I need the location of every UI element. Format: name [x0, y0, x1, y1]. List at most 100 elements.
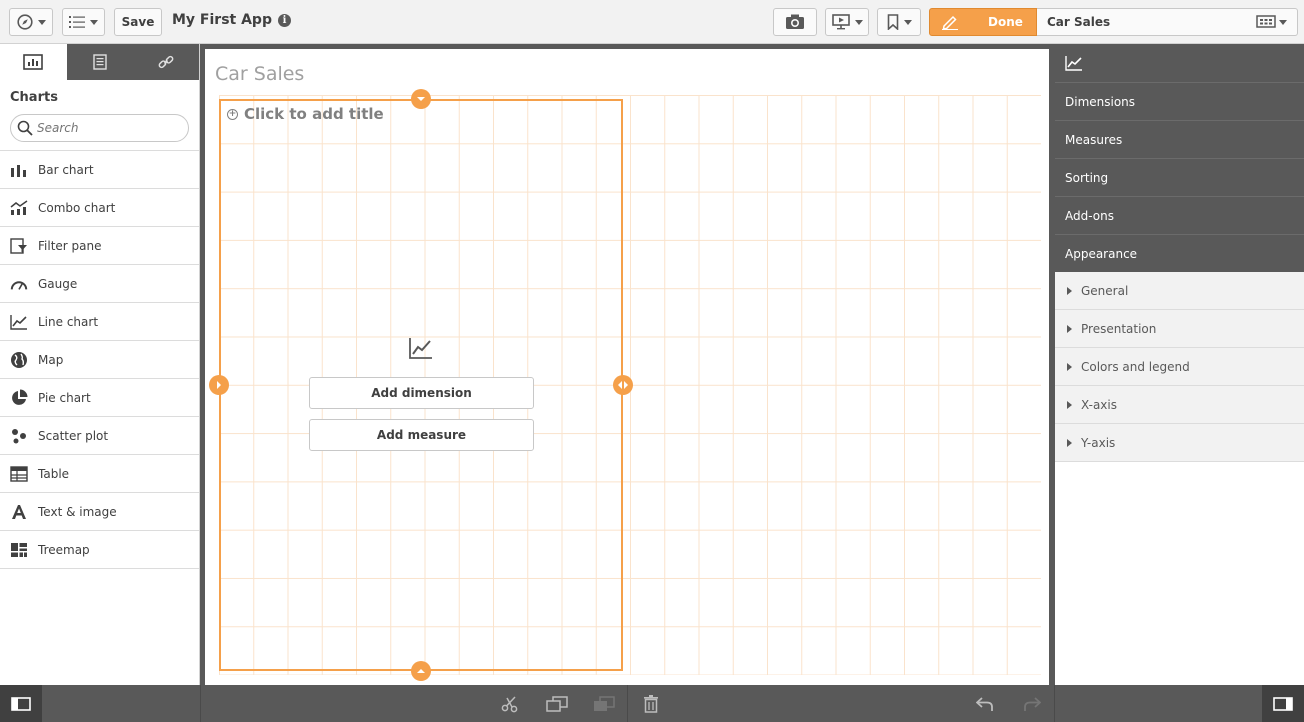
cut-button[interactable] [499, 694, 521, 714]
copy-icon [546, 696, 568, 712]
fields-link-tab[interactable] [133, 44, 199, 80]
chevron-down-icon [417, 97, 425, 101]
redo-button[interactable] [1021, 694, 1043, 714]
chart-item-bar-chart[interactable]: Bar chart [0, 151, 199, 189]
appearance-general[interactable]: General [1055, 272, 1304, 310]
sheet-canvas[interactable]: Car Sales + Click to add title Add dimen… [205, 49, 1049, 685]
search-input[interactable] [37, 121, 177, 135]
chart-item-table[interactable]: Table [0, 455, 199, 493]
chart-item-label: Text & image [38, 504, 117, 519]
chart-item-label: Pie chart [38, 390, 91, 405]
appearance-presentation[interactable]: Presentation [1055, 310, 1304, 348]
undo-button[interactable] [974, 694, 996, 714]
toggle-right-panel-button[interactable] [1262, 685, 1304, 722]
chart-item-map[interactable]: Map [0, 341, 199, 379]
chevron-down-icon [90, 19, 98, 25]
chevron-down-icon [854, 19, 863, 25]
copy-button[interactable] [546, 694, 568, 714]
chart-item-label: Scatter plot [38, 428, 109, 443]
gauge-icon [10, 275, 28, 293]
filter-pane-icon [10, 237, 28, 255]
line-chart-placeholder[interactable]: + Click to add title Add dimension Add m… [209, 89, 633, 681]
expand-triangle-icon [1067, 324, 1072, 333]
charts-tab[interactable] [0, 44, 67, 80]
expand-triangle-icon [1067, 400, 1072, 409]
list-icon [69, 16, 85, 28]
chart-item-scatter-plot[interactable]: Scatter plot [0, 417, 199, 455]
app-title: My First App i [172, 12, 291, 28]
chart-item-treemap[interactable]: Treemap [0, 531, 199, 569]
horizontal-resize-icon [618, 381, 628, 389]
line-chart-icon [409, 337, 433, 363]
global-menu-button[interactable] [62, 8, 105, 36]
bookmarks-button[interactable] [877, 8, 921, 36]
toggle-left-panel-button[interactable] [0, 685, 42, 722]
section-sorting[interactable]: Sorting [1055, 158, 1304, 196]
assets-panel: Charts Bar chart Combo chart Filter pane… [0, 44, 200, 685]
line-chart-icon [10, 313, 28, 331]
charts-tab-icon [23, 54, 44, 70]
done-button[interactable]: Done [929, 8, 1037, 36]
scatter-plot-icon [10, 427, 28, 445]
info-icon[interactable]: i [277, 13, 291, 27]
section-appearance[interactable]: Appearance [1055, 234, 1304, 272]
charts-heading: Charts [10, 90, 58, 105]
chart-item-label: Filter pane [38, 238, 102, 253]
compass-icon [16, 14, 33, 30]
chart-search[interactable] [10, 114, 189, 142]
sheet-selector[interactable]: Car Sales [1037, 8, 1298, 36]
sheet-name: Car Sales [1047, 15, 1111, 29]
chart-item-pie-chart[interactable]: Pie chart [0, 379, 199, 417]
toggle-left-panel-icon [11, 696, 31, 711]
chart-item-label: Line chart [38, 314, 99, 329]
chart-item-combo-chart[interactable]: Combo chart [0, 189, 199, 227]
present-button[interactable] [825, 8, 869, 36]
top-toolbar: Save My First App i Done Car Sales [0, 0, 1304, 44]
chart-item-line-chart[interactable]: Line chart [0, 303, 199, 341]
assets-tabs [0, 44, 199, 80]
app-title-text: My First App [172, 12, 272, 28]
appearance-y-axis[interactable]: Y-axis [1055, 424, 1304, 462]
save-button[interactable]: Save [114, 8, 162, 36]
resize-handle-bottom[interactable] [411, 661, 431, 681]
treemap-icon [10, 541, 28, 559]
properties-header [1055, 44, 1304, 82]
chart-item-gauge[interactable]: Gauge [0, 265, 199, 303]
chart-item-filter-pane[interactable]: Filter pane [0, 227, 199, 265]
resize-handle-top[interactable] [411, 89, 431, 109]
delete-button[interactable] [640, 694, 662, 714]
master-items-tab[interactable] [67, 44, 134, 80]
section-add-ons[interactable]: Add-ons [1055, 196, 1304, 234]
navigation-menu-button[interactable] [9, 8, 53, 36]
snapshot-button[interactable] [773, 8, 817, 36]
bookmark-icon [887, 14, 898, 30]
appearance-x-axis[interactable]: X-axis [1055, 386, 1304, 424]
chart-item-label: Map [38, 352, 64, 367]
sheet-title[interactable]: Car Sales [215, 63, 304, 85]
divider [627, 685, 628, 722]
pie-chart-icon [10, 389, 28, 407]
chart-item-text-image[interactable]: Text & image [0, 493, 199, 531]
sheet-canvas-area: Car Sales + Click to add title Add dimen… [200, 44, 1055, 685]
section-dimensions[interactable]: Dimensions [1055, 82, 1304, 120]
viz-title[interactable]: + Click to add title [227, 105, 384, 123]
section-measures[interactable]: Measures [1055, 120, 1304, 158]
resize-handle-right[interactable] [613, 375, 633, 395]
paste-button[interactable] [593, 694, 615, 714]
chart-item-label: Bar chart [38, 162, 94, 177]
add-dimension-button[interactable]: Add dimension [309, 377, 534, 409]
appearance-colors-legend[interactable]: Colors and legend [1055, 348, 1304, 386]
appearance-item-label: Colors and legend [1081, 359, 1190, 374]
chart-item-label: Table [38, 466, 70, 481]
divider [1054, 685, 1055, 722]
link-icon [158, 55, 174, 69]
resize-handle-left[interactable] [209, 375, 229, 395]
delete-icon [644, 695, 658, 713]
undo-icon [976, 697, 993, 711]
text-image-icon [10, 503, 28, 521]
properties-panel: Dimensions Measures Sorting Add-ons Appe… [1055, 44, 1304, 685]
appearance-item-label: Y-axis [1081, 435, 1116, 450]
chart-item-label: Combo chart [38, 200, 116, 215]
add-measure-button[interactable]: Add measure [309, 419, 534, 451]
expand-triangle-icon [1067, 438, 1072, 447]
